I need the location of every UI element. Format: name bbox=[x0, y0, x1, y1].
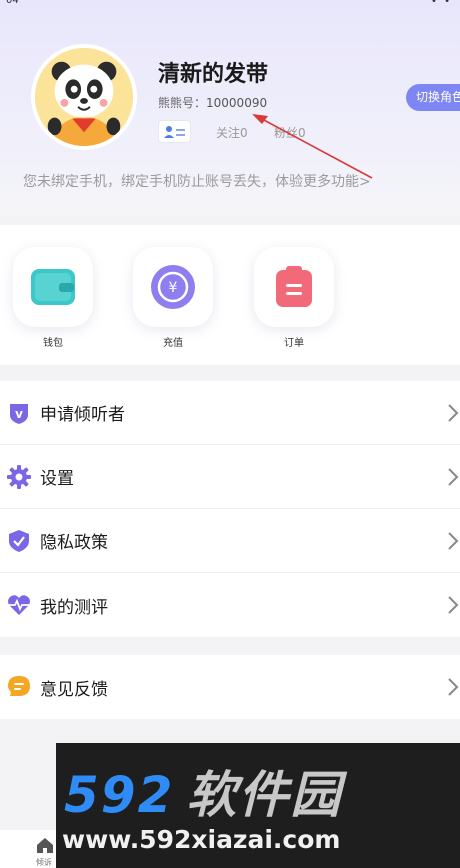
watermark-url: www.592xiazai.com bbox=[62, 825, 341, 854]
home-icon bbox=[37, 838, 53, 853]
shield-icon bbox=[9, 530, 29, 552]
menu-item-privacy[interactable]: 隐私政策 bbox=[0, 509, 460, 573]
follow-count[interactable]: 关注0 bbox=[216, 124, 248, 141]
feedback-icon bbox=[8, 676, 30, 696]
bottom-tabbar: 倾诉 bbox=[0, 830, 56, 868]
watermark-number: 592 bbox=[64, 766, 175, 824]
menu-item-feedback[interactable]: 意见反馈 bbox=[0, 655, 460, 719]
quick-actions: 钱包 ¥ 充值 订单 bbox=[0, 225, 460, 365]
status-time: 04 bbox=[6, 0, 19, 6]
bind-phone-tip[interactable]: 您未绑定手机，绑定手机防止账号丢失，体验更多功能> bbox=[23, 171, 371, 191]
chevron-right-icon bbox=[448, 532, 459, 550]
menu-item-apply-listener[interactable]: v 申请倾听者 bbox=[0, 381, 460, 445]
user-id-value: 10000090 bbox=[206, 96, 268, 110]
switch-role-button[interactable]: 切换角色 bbox=[406, 84, 460, 111]
watermark-logo: 592 软件园 bbox=[64, 755, 342, 827]
listener-badge-icon: v bbox=[10, 404, 28, 424]
chevron-right-icon bbox=[448, 596, 459, 614]
profile-header: 04 • • 清新的发带 熊熊号：10000090 关注0 粉丝0 切换角色 您… bbox=[0, 0, 460, 215]
gear-icon bbox=[7, 465, 31, 489]
id-card-icon bbox=[163, 125, 185, 138]
panda-avatar-icon bbox=[35, 48, 133, 146]
wallet-label: 钱包 bbox=[43, 338, 63, 349]
menu-group-main: v 申请倾听者 设置 隐私政策 我的测评 bbox=[0, 381, 460, 637]
user-id: 熊熊号：10000090 bbox=[158, 94, 267, 111]
status-bar: 04 • • bbox=[0, 0, 460, 10]
tab-home-label: 倾诉 bbox=[36, 858, 52, 867]
watermark-name: 软件园 bbox=[186, 766, 343, 824]
avatar[interactable] bbox=[31, 44, 137, 150]
username: 清新的发带 bbox=[158, 62, 269, 87]
id-card-badge[interactable] bbox=[158, 120, 191, 143]
recharge-button[interactable]: ¥ 充值 bbox=[133, 247, 213, 349]
recharge-icon-wrap: ¥ bbox=[133, 247, 213, 327]
menu-item-my-assessment[interactable]: 我的测评 bbox=[0, 573, 460, 637]
menu-group-feedback: 意见反馈 bbox=[0, 655, 460, 719]
status-icons: • • bbox=[431, 0, 452, 7]
menu-item-settings[interactable]: 设置 bbox=[0, 445, 460, 509]
chevron-right-icon bbox=[448, 404, 459, 422]
wallet-icon-wrap bbox=[13, 247, 93, 327]
tab-home[interactable] bbox=[36, 836, 54, 858]
menu-label-my-assessment: 我的测评 bbox=[40, 597, 108, 618]
order-icon-wrap bbox=[254, 247, 334, 327]
svg-text:v: v bbox=[15, 407, 23, 421]
svg-text:¥: ¥ bbox=[169, 280, 178, 296]
menu-label-apply-listener: 申请倾听者 bbox=[40, 405, 125, 425]
wallet-button[interactable]: 钱包 bbox=[13, 247, 93, 349]
recharge-label: 充值 bbox=[163, 338, 183, 349]
wallet-icon bbox=[31, 269, 75, 305]
chevron-right-icon bbox=[448, 678, 459, 696]
order-icon bbox=[276, 266, 312, 307]
fans-count[interactable]: 粉丝0 bbox=[274, 124, 306, 141]
chevron-right-icon bbox=[448, 468, 459, 486]
watermark-banner: 592 软件园 www.592xiazai.com bbox=[56, 743, 460, 868]
heartbeat-icon bbox=[8, 595, 30, 615]
order-label: 订单 bbox=[284, 338, 304, 349]
recharge-icon: ¥ bbox=[151, 265, 195, 309]
menu-label-privacy: 隐私政策 bbox=[40, 533, 108, 553]
menu-label-feedback: 意见反馈 bbox=[40, 679, 108, 700]
menu-label-settings: 设置 bbox=[40, 469, 74, 489]
user-id-label: 熊熊号： bbox=[158, 96, 207, 110]
order-button[interactable]: 订单 bbox=[254, 247, 334, 349]
